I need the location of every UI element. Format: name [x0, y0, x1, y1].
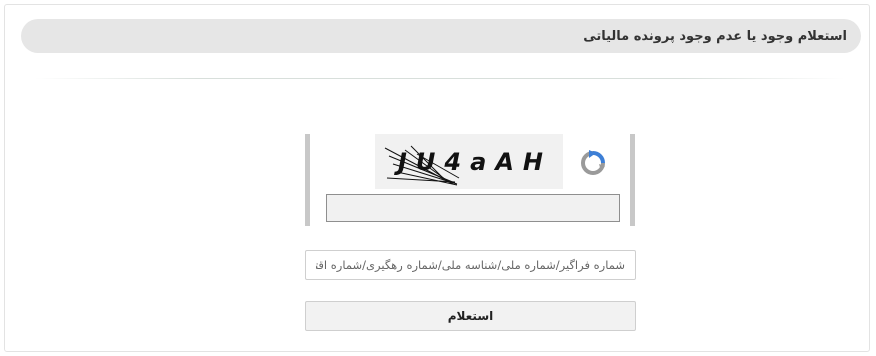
captcha-input[interactable] — [326, 194, 620, 222]
title-bar: استعلام وجود یا عدم وجود پرونده مالیاتی — [21, 19, 861, 53]
inquiry-submit-button[interactable]: استعلام — [305, 301, 636, 331]
refresh-captcha-button[interactable] — [580, 150, 606, 176]
id-search-input[interactable] — [305, 250, 636, 280]
page-title: استعلام وجود یا عدم وجود پرونده مالیاتی — [583, 28, 847, 44]
header-divider — [35, 78, 845, 79]
captcha-text: JU4aAH — [394, 148, 552, 176]
captcha-graphic: JU4aAH — [384, 145, 552, 186]
captcha-image: JU4aAH — [375, 134, 563, 189]
captcha-container: JU4aAH — [305, 134, 635, 226]
refresh-icon — [581, 150, 605, 175]
